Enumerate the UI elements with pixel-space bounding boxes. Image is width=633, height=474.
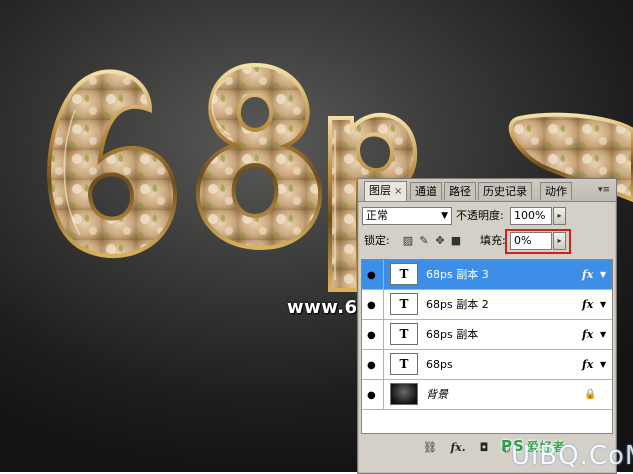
lock-row: 锁定: 填充: 0% ▸ xyxy=(358,229,616,253)
fill-label: 填充: xyxy=(480,234,506,247)
eye-icon: ● xyxy=(367,390,376,401)
lock-icon: 🔒 xyxy=(584,389,597,400)
tab-paths-label: 路径 xyxy=(449,185,471,198)
tab-paths[interactable]: 路径 xyxy=(444,182,476,200)
layer-row-68ps[interactable]: ● T 68ps fx ▼ xyxy=(362,350,612,380)
layer-row-68ps-copy-2[interactable]: ● T 68ps 副本 2 fx ▼ xyxy=(362,290,612,320)
fx-icon[interactable]: fx xyxy=(582,350,593,379)
layer-name: 68ps xyxy=(426,358,453,371)
layer-name: 68ps 副本 xyxy=(426,328,479,341)
layer-row-68ps-copy[interactable]: ● T 68ps 副本 fx ▼ xyxy=(362,320,612,350)
lock-all-icon[interactable]: ■ xyxy=(450,235,462,247)
lock-transparent-icon[interactable]: ▨ xyxy=(402,235,414,247)
fx-icon[interactable]: fx xyxy=(582,260,593,289)
tab-actions-label: 动作 xyxy=(545,185,567,198)
site-watermark: UiBQ.CoM xyxy=(511,441,633,471)
panel-tabs: 图层 × 通道 路径 历史记录 动作 ▾≡ xyxy=(358,179,616,202)
opacity-field[interactable]: 100% xyxy=(510,207,552,225)
mask-icon[interactable]: ◘ xyxy=(476,441,492,455)
tab-layers[interactable]: 图层 × xyxy=(364,181,408,201)
lock-image-icon[interactable]: ✎ xyxy=(418,235,430,247)
lock-position-icon[interactable]: ✥ xyxy=(434,235,446,247)
layers-panel: 图层 × 通道 路径 历史记录 动作 ▾≡ 正常 ▼ 不透明度: 100% ▸ 锁… xyxy=(357,178,617,474)
visibility-toggle[interactable]: ● xyxy=(362,350,384,379)
fill-highlight-box xyxy=(505,229,571,254)
tab-history-label: 历史记录 xyxy=(483,185,527,198)
tab-history[interactable]: 历史记录 xyxy=(478,182,532,200)
opacity-slider-button[interactable]: ▸ xyxy=(553,207,566,225)
visibility-toggle[interactable]: ● xyxy=(362,260,384,289)
chevron-down-icon[interactable]: ▼ xyxy=(600,360,606,369)
background-thumbnail xyxy=(390,383,418,405)
link-icon[interactable]: ⛓ xyxy=(422,441,438,455)
blend-mode-value: 正常 xyxy=(366,209,388,222)
chevron-down-icon[interactable]: ▼ xyxy=(600,300,606,309)
tab-channels[interactable]: 通道 xyxy=(410,182,442,200)
layer-row-68ps-copy-3[interactable]: ● T 68ps 副本 3 fx ▼ xyxy=(362,260,612,290)
panel-menu-icon[interactable]: ▾≡ xyxy=(595,183,613,197)
layers-list: ● T 68ps 副本 3 fx ▼ ● T 68ps 副本 2 fx ▼ ● … xyxy=(361,259,613,434)
chevron-down-icon: ▼ xyxy=(441,211,448,221)
chevron-down-icon[interactable]: ▼ xyxy=(600,270,606,279)
fx-icon[interactable]: fx xyxy=(582,320,593,349)
visibility-toggle[interactable]: ● xyxy=(362,320,384,349)
opacity-label: 不透明度: xyxy=(456,209,504,222)
eye-icon: ● xyxy=(367,270,376,281)
tab-layers-label: 图层 xyxy=(369,184,391,197)
text-layer-thumbnail: T xyxy=(390,293,418,315)
layer-row-background[interactable]: ● 背景 🔒 xyxy=(362,380,612,410)
fx-icon[interactable]: fx. xyxy=(450,441,466,455)
text-layer-thumbnail: T xyxy=(390,323,418,345)
blend-mode-select[interactable]: 正常 ▼ xyxy=(362,207,452,225)
tab-actions[interactable]: 动作 xyxy=(540,182,572,200)
layer-name: 背景 xyxy=(426,388,448,401)
visibility-toggle[interactable]: ● xyxy=(362,380,384,409)
fx-icon[interactable]: fx xyxy=(582,290,593,319)
close-icon[interactable]: × xyxy=(394,186,402,197)
eye-icon: ● xyxy=(367,360,376,371)
lock-label: 锁定: xyxy=(364,234,390,247)
text-layer-thumbnail: T xyxy=(390,353,418,375)
text-layer-thumbnail: T xyxy=(390,263,418,285)
eye-icon: ● xyxy=(367,330,376,341)
layer-name: 68ps 副本 3 xyxy=(426,268,489,281)
eye-icon: ● xyxy=(367,300,376,311)
tab-channels-label: 通道 xyxy=(415,185,437,198)
layer-name: 68ps 副本 2 xyxy=(426,298,489,311)
blend-row: 正常 ▼ 不透明度: 100% ▸ xyxy=(358,205,616,227)
visibility-toggle[interactable]: ● xyxy=(362,290,384,319)
chevron-down-icon[interactable]: ▼ xyxy=(600,330,606,339)
